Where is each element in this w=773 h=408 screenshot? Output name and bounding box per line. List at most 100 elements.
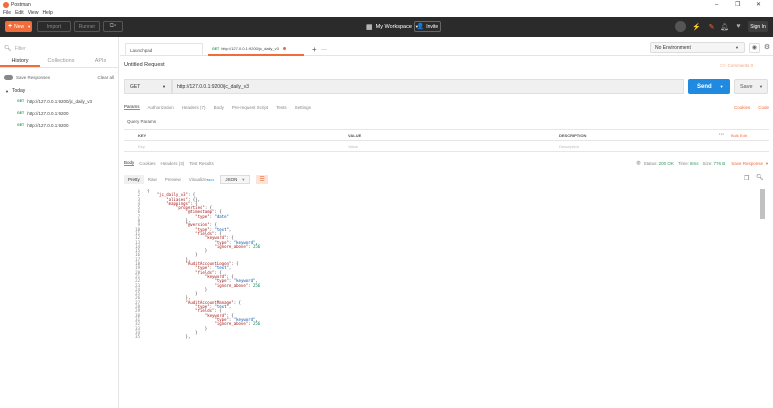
tab-pre-request-script[interactable]: Pre-request Script bbox=[232, 105, 268, 110]
tab-url: http://127.0.0.1:9200/jc_daily_v3 bbox=[221, 46, 279, 51]
tab-response-cookies[interactable]: Cookies bbox=[139, 161, 155, 166]
sidebar-tabs: History Collections APIs bbox=[0, 57, 119, 68]
menu-edit[interactable]: Edit bbox=[15, 10, 24, 16]
chevron-down-icon: ▼ bbox=[765, 160, 769, 166]
history-item-method: GET bbox=[17, 111, 25, 115]
new-button[interactable]: + New ▼ bbox=[5, 21, 32, 32]
tab-settings[interactable]: Settings bbox=[295, 105, 311, 110]
chevron-down-icon: ▼ bbox=[759, 84, 763, 89]
title-bar: Postman – ❐ ✕ bbox=[0, 0, 773, 9]
eye-icon[interactable]: ◉ bbox=[749, 43, 760, 53]
response-format-bar: Pretty Raw Preview Visualize BETA JSON ▼… bbox=[124, 174, 268, 185]
format-visualize[interactable]: Visualize bbox=[185, 175, 207, 184]
status-value: 200 OK bbox=[658, 160, 674, 166]
method-label: GET bbox=[130, 83, 141, 90]
save-responses-label: Save Responses bbox=[16, 74, 51, 80]
more-tabs-button[interactable]: ··· bbox=[317, 43, 331, 56]
tab-method: GET bbox=[212, 46, 220, 51]
code-line: }, bbox=[147, 334, 191, 340]
tab-test-results[interactable]: Test Results bbox=[189, 161, 214, 166]
url-input[interactable]: http://127.0.0.1:9200/jc_daily_v3 bbox=[172, 79, 684, 94]
bulk-edit-button[interactable]: Bulk Edit bbox=[729, 133, 747, 138]
method-select[interactable]: GET ▼ bbox=[124, 79, 172, 94]
import-button[interactable]: Import bbox=[37, 21, 71, 32]
clear-all-button[interactable]: Clear all bbox=[97, 75, 114, 80]
save-responses-row: Save Responses Clear all bbox=[4, 73, 114, 81]
tab-headers[interactable]: Headers (7) bbox=[182, 105, 206, 110]
send-button[interactable]: Send ▼ bbox=[688, 79, 730, 94]
history-item[interactable]: GET http://127.0.0.1:9200 bbox=[17, 111, 69, 116]
comments-button[interactable]: ▭ Comments 0 bbox=[720, 62, 753, 69]
sign-in-button[interactable]: Sign In bbox=[748, 21, 768, 32]
value-input[interactable]: Value bbox=[340, 144, 551, 149]
chevron-down-icon: ▼ bbox=[5, 88, 9, 94]
menu-help[interactable]: Help bbox=[42, 10, 52, 16]
invite-button[interactable]: 👤 Invite bbox=[414, 21, 441, 32]
minimize-button[interactable]: – bbox=[715, 2, 718, 8]
column-value: VALUE bbox=[348, 132, 362, 138]
menu-view[interactable]: View bbox=[28, 10, 39, 16]
save-responses-toggle[interactable] bbox=[4, 74, 13, 80]
close-button[interactable]: ✕ bbox=[756, 1, 761, 8]
heart-icon[interactable]: ♥ bbox=[734, 22, 743, 31]
line-numbers: 1 2 3 4 5 6 7 8 9 10 11 12 13 14 15 16 17 18 19 20 21 22 23 24 2… bbox=[124, 189, 140, 339]
tab-body[interactable]: Body bbox=[214, 105, 224, 110]
send-label: Send bbox=[697, 83, 712, 90]
restore-button[interactable]: ❐ bbox=[735, 1, 740, 8]
tab-authorization[interactable]: Authorization bbox=[148, 105, 174, 110]
tab-history[interactable]: History bbox=[0, 57, 40, 67]
code-content: { "jc_daily_v3": { "aliases": {}, "mappi… bbox=[147, 189, 260, 339]
status-label: Status: bbox=[643, 160, 658, 166]
tab-params[interactable]: Params bbox=[124, 104, 140, 110]
environment-select[interactable]: No Environment ▼ bbox=[650, 42, 745, 53]
beta-badge: BETA bbox=[206, 177, 215, 182]
new-window-button[interactable]: ⧉▾ bbox=[103, 21, 123, 32]
save-response-button[interactable]: Save Response bbox=[731, 161, 763, 166]
line-number: 35 bbox=[135, 334, 140, 340]
format-raw[interactable]: Raw bbox=[144, 175, 161, 184]
save-button[interactable]: Save ▼ bbox=[734, 79, 768, 94]
cookies-link[interactable]: Cookies bbox=[734, 105, 750, 110]
workspace-label: My Workspace bbox=[375, 23, 412, 30]
plus-icon: + bbox=[8, 23, 13, 30]
history-group-today[interactable]: ▼ Today bbox=[5, 88, 25, 94]
satellite-icon[interactable]: ⚡ bbox=[692, 22, 701, 31]
code-link[interactable]: Code bbox=[758, 105, 769, 110]
grid-icon: ▦ bbox=[366, 23, 373, 31]
tab-tests[interactable]: Tests bbox=[276, 105, 287, 110]
tab-response-body[interactable]: Body bbox=[124, 160, 135, 166]
tab-apis[interactable]: APIs bbox=[82, 57, 119, 67]
search-icon[interactable]: 🔍︎ bbox=[756, 174, 764, 181]
globe-icon: ◍ bbox=[636, 160, 641, 166]
tab-response-headers[interactable]: Headers (3) bbox=[161, 161, 185, 166]
history-item[interactable]: GET http://127.0.0.1:9200 bbox=[17, 123, 69, 128]
workspace-selector[interactable]: ▦ My Workspace ▼ bbox=[366, 21, 419, 32]
format-preview[interactable]: Preview bbox=[161, 175, 185, 184]
tab-active-request[interactable]: GET http://127.0.0.1:9200/jc_daily_v3 bbox=[208, 43, 304, 56]
wrench-icon[interactable]: ✎ bbox=[707, 22, 716, 31]
key-input[interactable]: Key bbox=[124, 144, 340, 149]
more-options-icon[interactable]: ··· bbox=[711, 132, 729, 138]
unsaved-dot-icon bbox=[282, 47, 286, 50]
format-select[interactable]: JSON ▼ bbox=[220, 175, 251, 184]
menu-file[interactable]: File bbox=[3, 10, 11, 16]
description-input[interactable]: Description bbox=[551, 144, 751, 149]
tab-collections[interactable]: Collections bbox=[40, 57, 82, 67]
gear-icon[interactable]: ⚙ bbox=[762, 43, 772, 53]
runner-button[interactable]: Runner bbox=[74, 21, 100, 32]
filter-input[interactable]: Filter bbox=[15, 46, 26, 52]
wrap-lines-icon[interactable]: ☰ bbox=[256, 175, 268, 184]
bell-icon[interactable]: 🔔︎ bbox=[720, 22, 729, 31]
history-item-method: GET bbox=[17, 123, 25, 127]
menu-bar: File Edit View Help bbox=[0, 9, 773, 17]
sync-icon[interactable] bbox=[675, 21, 686, 32]
format-pretty[interactable]: Pretty bbox=[124, 175, 144, 184]
tab-launchpad[interactable]: Launchpad bbox=[125, 43, 203, 56]
response-body-code[interactable]: 1 2 3 4 5 6 7 8 9 10 11 12 13 14 15 16 17 18 19 20 21 22 23 24 2… bbox=[124, 189, 765, 408]
copy-icon[interactable]: ❐ bbox=[744, 175, 749, 182]
scrollbar-thumb[interactable] bbox=[760, 189, 765, 219]
chevron-down-icon: ▼ bbox=[27, 24, 32, 29]
time-value: 8ms bbox=[689, 160, 699, 166]
filter-box[interactable]: 🔍︎ Filter bbox=[4, 44, 114, 53]
history-item[interactable]: GET http://127.0.0.1:9200/jc_daily_v3 bbox=[17, 99, 92, 104]
